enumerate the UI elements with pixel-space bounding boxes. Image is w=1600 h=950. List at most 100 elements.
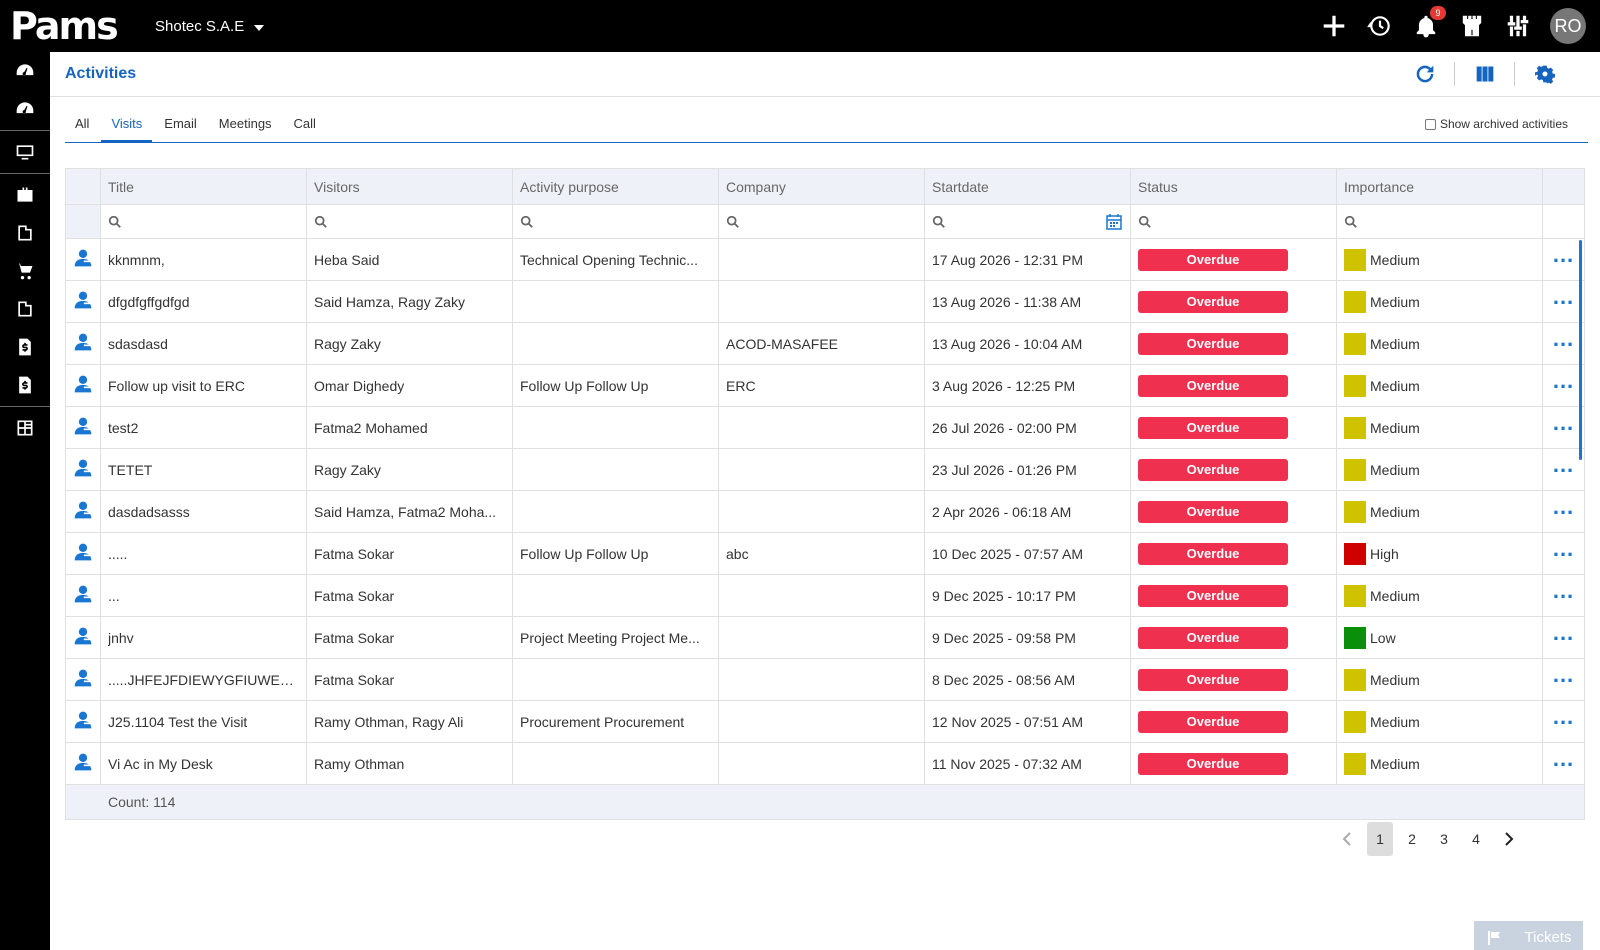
status-badge: Overdue (1138, 542, 1288, 565)
table-row[interactable]: ..... Fatma Sokar Follow Up Follow Up abc 10… (66, 533, 1584, 575)
table-row[interactable]: J25.1104 Test the Visit Ramy Othman, Ragy… (66, 701, 1584, 743)
column-header-status[interactable]: Status (1131, 169, 1337, 204)
next-page-button[interactable] (1495, 822, 1521, 856)
row-actions-menu-icon[interactable]: ... (1553, 579, 1574, 601)
filter-status-input[interactable] (1131, 205, 1337, 238)
status-badge: Overdue (1138, 290, 1288, 313)
page-2-button[interactable]: 2 (1399, 822, 1425, 856)
row-actions-menu-icon[interactable]: ... (1553, 411, 1574, 433)
column-header-startdate[interactable]: Startdate (925, 169, 1131, 204)
castle-button[interactable] (1458, 12, 1486, 40)
cell-purpose: Technical Opening Technic... (513, 239, 719, 280)
filter-startdate-input[interactable] (925, 205, 1131, 238)
column-header-company[interactable]: Company (719, 169, 925, 204)
row-actions-menu-icon[interactable]: ... (1553, 705, 1574, 727)
table-row[interactable]: sdasdasd Ragy Zaky ACOD-MASAFEE 13 Aug 2026… (66, 323, 1584, 365)
user-avatar[interactable]: RO (1550, 8, 1586, 44)
importance-color-swatch (1344, 374, 1366, 397)
table-row[interactable]: kknmnm, Heba Said Technical Opening Techni… (66, 239, 1584, 281)
add-button[interactable] (1320, 12, 1348, 40)
table-row[interactable]: TETET Ragy Zaky 23 Jul 2026 - 01:26 PM Over… (66, 449, 1584, 491)
refresh-button[interactable] (1395, 62, 1455, 86)
sidebar-item-files[interactable] (0, 290, 50, 328)
row-actions-menu-icon[interactable]: ... (1553, 243, 1574, 265)
tab-call[interactable]: Call (284, 116, 326, 142)
table-row[interactable]: dfgdfgffgdfgd Said Hamza, Ragy Zaky 13 Aug… (66, 281, 1584, 323)
app-logo[interactable]: Pams (0, 0, 140, 52)
table-row[interactable]: jnhv Fatma Sokar Project Meeting Project M… (66, 617, 1584, 659)
filter-title-input[interactable] (101, 205, 307, 238)
table-row[interactable]: Follow up visit to ERC Omar Dighedy Follow… (66, 365, 1584, 407)
history-button[interactable] (1366, 12, 1394, 40)
cell-title[interactable]: .....JHFEJFDIEWYGFIUWEGK... (101, 659, 307, 700)
row-actions-menu-icon[interactable]: ... (1553, 663, 1574, 685)
sidebar-item-dashboard-2[interactable] (0, 90, 50, 128)
tab-meetings[interactable]: Meetings (209, 116, 282, 142)
importance-color-swatch (1344, 668, 1366, 691)
tab-email[interactable]: Email (154, 116, 207, 142)
filter-company-input[interactable] (719, 205, 925, 238)
table-row[interactable]: ... Fatma Sokar 9 Dec 2025 - 10:17 PM Overd… (66, 575, 1584, 617)
monitor-icon (16, 145, 34, 160)
company-selector[interactable]: Shotec S.A.E (155, 18, 265, 35)
row-actions-menu-icon[interactable]: ... (1553, 495, 1574, 517)
cell-purpose: Follow Up Follow Up (513, 533, 719, 574)
sidebar-item-documents[interactable] (0, 214, 50, 252)
columns-button[interactable] (1455, 62, 1515, 86)
grid-scrollbar[interactable] (1579, 240, 1582, 460)
column-header-importance[interactable]: Importance (1337, 169, 1543, 204)
filter-visitors-input[interactable] (307, 205, 513, 238)
sidebar-item-desk[interactable] (0, 133, 50, 171)
briefcase-icon (17, 187, 33, 202)
column-header-activity-purpose[interactable]: Activity purpose (513, 169, 719, 204)
tab-visits[interactable]: Visits (101, 116, 153, 142)
table-row[interactable]: dasdadsasss Said Hamza, Fatma2 Moha... 2 A… (66, 491, 1584, 533)
page-3-button[interactable]: 3 (1431, 822, 1457, 856)
settings-sliders-button[interactable] (1504, 12, 1532, 40)
column-header-title[interactable]: Title (101, 169, 307, 204)
sliders-icon (1507, 15, 1529, 37)
cell-title[interactable]: Follow up visit to ERC (101, 365, 307, 406)
row-actions-menu-icon[interactable]: ... (1553, 621, 1574, 643)
cell-title[interactable]: TETET (101, 449, 307, 490)
sidebar-item-projects[interactable] (0, 176, 50, 214)
cell-title[interactable]: ... (101, 575, 307, 616)
row-actions-menu-icon[interactable]: ... (1553, 537, 1574, 559)
row-actions-menu-icon[interactable]: ... (1553, 327, 1574, 349)
cell-title[interactable]: kknmnm, (101, 239, 307, 280)
page-4-button[interactable]: 4 (1463, 822, 1489, 856)
notifications-button[interactable]: 9 (1412, 6, 1446, 40)
cell-importance: Medium (1337, 575, 1543, 616)
filter-purpose-input[interactable] (513, 205, 719, 238)
cell-title[interactable]: Vi Ac in My Desk (101, 743, 307, 784)
cell-title[interactable]: dasdadsasss (101, 491, 307, 532)
sidebar-item-invoices[interactable] (0, 328, 50, 366)
page-1-button[interactable]: 1 (1367, 822, 1393, 856)
cell-startdate: 9 Dec 2025 - 09:58 PM (925, 617, 1131, 658)
table-row[interactable]: Vi Ac in My Desk Ramy Othman 11 Nov 2025 -… (66, 743, 1584, 785)
tickets-button[interactable]: Tickets (1474, 921, 1583, 950)
settings-button[interactable] (1515, 62, 1575, 86)
cell-title[interactable]: sdasdasd (101, 323, 307, 364)
row-actions-menu-icon[interactable]: ... (1553, 369, 1574, 391)
row-actions-menu-icon[interactable]: ... (1553, 453, 1574, 475)
cell-title[interactable]: jnhv (101, 617, 307, 658)
table-row[interactable]: .....JHFEJFDIEWYGFIUWEGK... Fatma Sokar 8 … (66, 659, 1584, 701)
row-actions-menu-icon[interactable]: ... (1553, 747, 1574, 769)
sidebar-item-payments[interactable] (0, 366, 50, 404)
show-archived-checkbox[interactable] (1424, 118, 1436, 130)
sidebar-item-dashboard[interactable] (0, 52, 50, 90)
cell-title[interactable]: test2 (101, 407, 307, 448)
row-actions-menu-icon[interactable]: ... (1553, 285, 1574, 307)
cell-title[interactable]: J25.1104 Test the Visit (101, 701, 307, 742)
calendar-icon[interactable] (1105, 213, 1123, 231)
cell-title[interactable]: dfgdfgffgdfgd (101, 281, 307, 322)
prev-page-button[interactable] (1335, 822, 1361, 856)
table-row[interactable]: test2 Fatma2 Mohamed 26 Jul 2026 - 02:00 P… (66, 407, 1584, 449)
cell-title[interactable]: ..... (101, 533, 307, 574)
sidebar-item-reports[interactable] (0, 409, 50, 447)
tab-all[interactable]: All (65, 116, 99, 142)
filter-importance-input[interactable] (1337, 205, 1543, 238)
column-header-visitors[interactable]: Visitors (307, 169, 513, 204)
sidebar-item-cart[interactable] (0, 252, 50, 290)
